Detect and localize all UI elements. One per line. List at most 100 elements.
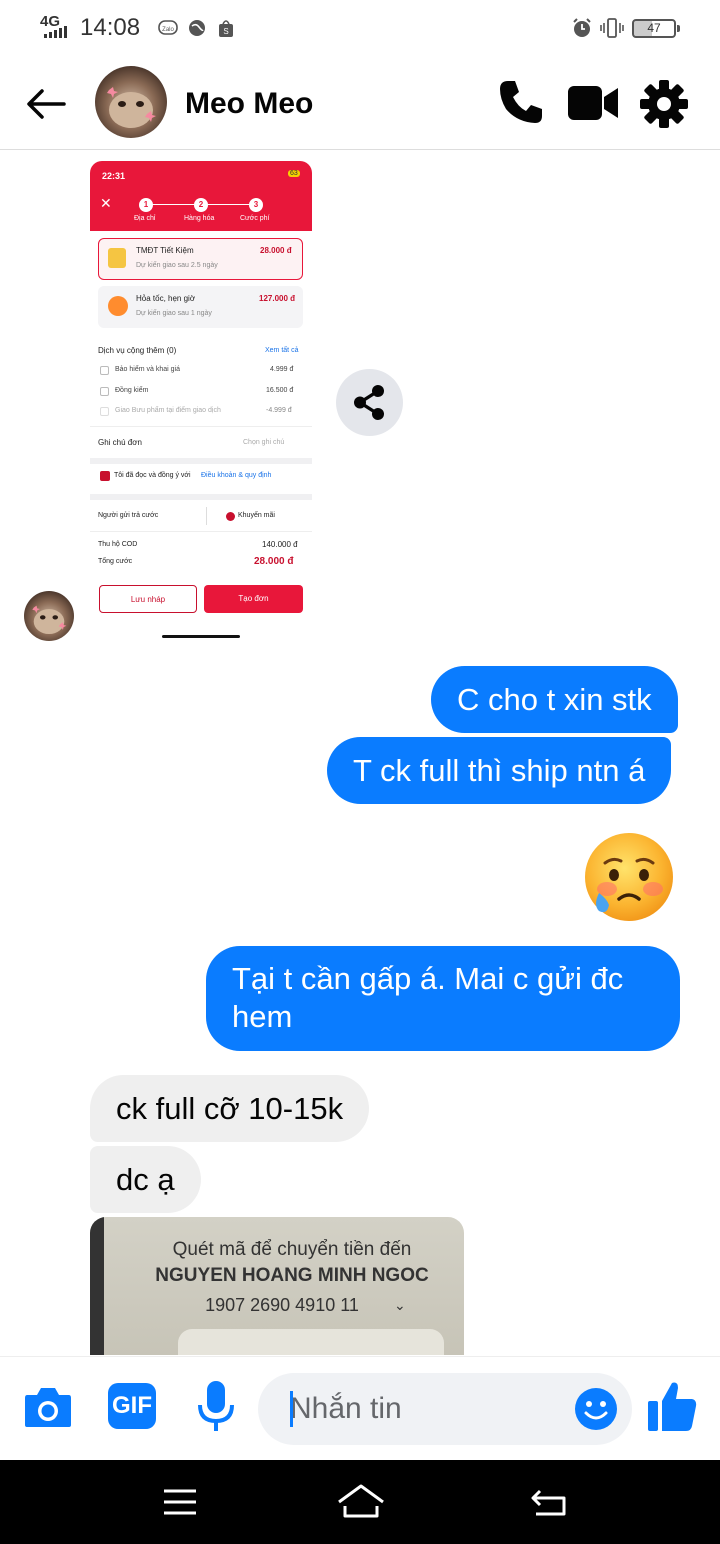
checkbox	[100, 387, 109, 396]
message-bubble-outgoing[interactable]: Tại t cần gấp á. Mai c gửi đc hem	[206, 946, 680, 1051]
step-3-label: Cước phí	[240, 215, 270, 222]
home-icon[interactable]	[336, 1482, 386, 1522]
emoji-icon[interactable]	[574, 1387, 618, 1431]
divider	[90, 531, 312, 532]
camera-icon[interactable]	[23, 1385, 73, 1429]
option-desc: Dự kiến giao sau 2.5 ngày	[136, 262, 218, 269]
cod-label: Thu hộ COD	[98, 541, 138, 548]
addon-name: Giao Bưu phẩm tại điểm giao dịch	[115, 407, 221, 414]
message-bubble-outgoing[interactable]: C cho t xin stk	[431, 666, 678, 733]
sad-relieved-face-emoji[interactable]	[583, 831, 675, 923]
message-list[interactable]: 22:31 63 ✕ 1 2 3 Địa chỉ Hàng hóa Cước p…	[0, 151, 720, 1355]
phone-icon[interactable]	[495, 76, 547, 128]
text-caret	[290, 1391, 293, 1427]
video-camera-icon[interactable]	[566, 80, 620, 126]
divider	[90, 426, 312, 427]
account-number: 1907 2690 4910 11	[205, 1295, 359, 1315]
message-bubble-incoming[interactable]: dc ạ	[90, 1146, 201, 1213]
menu-icon[interactable]	[160, 1482, 200, 1522]
addon-name: Đồng kiểm	[115, 387, 149, 394]
addon-price: 4.999 đ	[270, 366, 294, 373]
zalo-icon: Zalo	[158, 20, 178, 35]
battery-icon: 47	[632, 19, 680, 38]
cod-value: 140.000 đ	[262, 540, 298, 549]
contact-name[interactable]: Meo Meo	[185, 86, 313, 122]
payer-select: Người gửi trả cước	[98, 512, 159, 519]
status-bar: 4G 14:08 Zalo S 47	[0, 0, 720, 58]
android-navigation-bar	[0, 1460, 720, 1544]
section-gap	[90, 458, 312, 464]
checkbox	[100, 407, 109, 416]
checkbox-checked	[100, 471, 110, 481]
alarm-icon	[573, 18, 591, 37]
message-text: dc ạ	[116, 1162, 175, 1197]
qr-code-area	[178, 1329, 444, 1355]
svg-text:S: S	[223, 27, 228, 36]
note-label: Ghi chú đơn	[98, 438, 142, 447]
step-1: 1	[139, 198, 153, 212]
addon-name: Bảo hiểm và khai giá	[115, 366, 180, 373]
divider	[206, 507, 207, 525]
option-card-express	[98, 286, 303, 328]
clock: 14:08	[80, 14, 141, 41]
option-price: 127.000 đ	[259, 294, 296, 303]
gear-icon[interactable]	[638, 78, 690, 130]
chevron-down-icon: ⌄	[394, 1297, 406, 1313]
cat-photo	[24, 591, 74, 641]
shared-screenshot-image[interactable]: 22:31 63 ✕ 1 2 3 Địa chỉ Hàng hóa Cước p…	[90, 161, 312, 643]
option-name: Hỏa tốc, hẹn giờ	[136, 294, 196, 303]
agree-text: Tôi đã đọc và đồng ý với	[114, 472, 191, 479]
shot-time: 22:31	[102, 171, 126, 181]
message-bubble-outgoing[interactable]: T ck full thì ship ntn á	[327, 737, 672, 804]
message-input[interactable]: Nhắn tin	[258, 1373, 632, 1445]
addons-title: Dịch vụ cộng thêm (0)	[98, 346, 177, 355]
thumbs-up-icon[interactable]	[646, 1379, 698, 1433]
promo-icon	[226, 512, 235, 521]
option-desc: Dự kiến giao sau 1 ngày	[136, 310, 212, 317]
option-card-economy	[98, 238, 303, 280]
back-icon[interactable]	[528, 1482, 568, 1522]
message-text: T ck full thì ship ntn á	[353, 753, 646, 788]
create-order-button: Tạo đơn	[204, 585, 303, 613]
shot-battery: 63	[288, 170, 300, 177]
section-gap	[90, 494, 312, 500]
see-all-link: Xem tất cả	[265, 347, 299, 354]
shopee-icon: S	[219, 20, 233, 37]
message-composer: GIF Nhắn tin	[0, 1356, 720, 1460]
total-label: Tổng cước	[98, 558, 133, 565]
addon-price: 16.500 đ	[266, 387, 294, 394]
microphone-icon[interactable]	[195, 1379, 237, 1433]
close-icon: ✕	[100, 195, 112, 211]
agree-link: Điều khoản & quy định	[201, 472, 272, 479]
step-2: 2	[194, 198, 208, 212]
checkbox	[100, 366, 109, 375]
back-arrow-icon[interactable]	[24, 84, 68, 124]
total-value: 28.000 đ	[254, 556, 294, 567]
message-input-placeholder: Nhắn tin	[290, 1392, 402, 1425]
economy-icon	[108, 248, 126, 268]
globe-icon	[189, 20, 205, 36]
svg-text:Zalo: Zalo	[162, 27, 174, 33]
step-1-label: Địa chỉ	[134, 215, 156, 222]
share-icon	[354, 385, 384, 420]
message-bubble-incoming[interactable]: ck full cỡ 10-15k	[90, 1075, 370, 1142]
cat-photo	[95, 66, 167, 138]
message-text: ck full cỡ 10-15k	[116, 1091, 344, 1126]
conversation-header: Meo Meo	[0, 58, 720, 150]
signal-icon	[44, 26, 67, 38]
gif-icon[interactable]: GIF	[108, 1383, 156, 1429]
home-indicator	[162, 635, 240, 638]
promo-label: Khuyến mãi	[238, 512, 275, 519]
option-name: TMĐT Tiết Kiệm	[136, 246, 194, 255]
vibrate-icon	[600, 18, 624, 38]
step-2-label: Hàng hóa	[184, 215, 215, 222]
bank-qr-photo[interactable]: Quét mã để chuyển tiền đến NGUYEN HOANG …	[90, 1217, 464, 1355]
note-value: Chọn ghi chú	[243, 439, 285, 446]
save-draft-button: Lưu nháp	[99, 585, 197, 613]
sender-avatar[interactable]	[24, 591, 74, 641]
contact-avatar[interactable]	[95, 66, 167, 138]
share-button[interactable]	[336, 369, 403, 436]
messenger-screen: 4G 14:08 Zalo S 47 Meo Meo 22:31 63 ✕ 1 …	[0, 0, 720, 1544]
addon-price: -4.999 đ	[266, 407, 292, 414]
account-holder-name: NGUYEN HOANG MINH NGOC	[155, 1265, 429, 1286]
